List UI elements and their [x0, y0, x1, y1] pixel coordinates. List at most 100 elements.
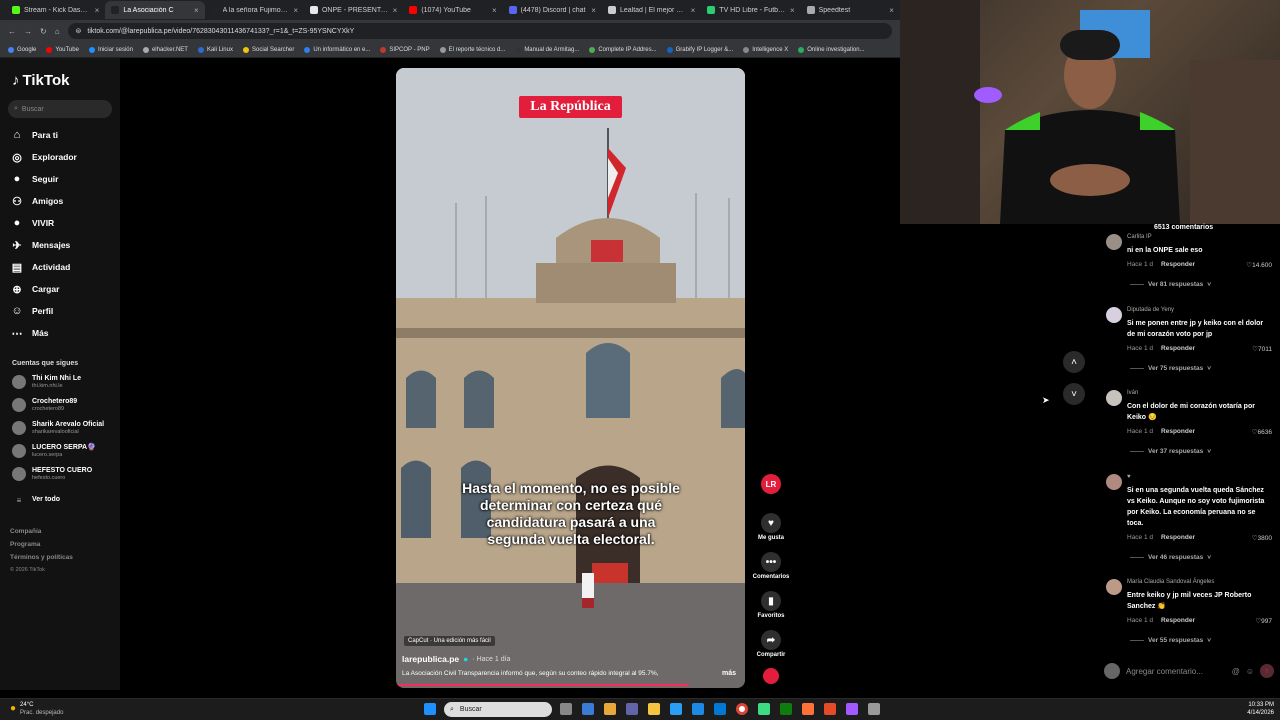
send-icon[interactable]: ↑: [1260, 664, 1274, 678]
task-view-icon[interactable]: [560, 703, 572, 715]
sidebar-item-messages[interactable]: ✈ Mensajes: [10, 236, 110, 254]
close-tab-icon[interactable]: ×: [293, 6, 298, 15]
sidebar-item-upload[interactable]: ⊕ Cargar: [10, 280, 110, 298]
close-tab-icon[interactable]: ×: [95, 6, 100, 15]
reload-icon[interactable]: ↻: [40, 27, 47, 36]
bookmark-item[interactable]: Manual de Armitag...: [515, 46, 579, 53]
reply-button[interactable]: Responder: [1161, 617, 1195, 625]
view-replies-button[interactable]: Ver 75 respuestas ˅: [1130, 365, 1211, 372]
bookmark-item[interactable]: elhacker.NET: [142, 46, 188, 53]
bookmark-item[interactable]: Iniciar sesión: [88, 46, 133, 53]
view-replies-button[interactable]: Ver 55 respuestas ˅: [1130, 637, 1211, 644]
view-replies-button[interactable]: Ver 37 respuestas ˅: [1130, 448, 1211, 455]
teams-icon[interactable]: [626, 703, 638, 715]
comment-username[interactable]: María Claudia Sandoval Ángeles: [1127, 579, 1214, 585]
bookmark-item[interactable]: Intelligence X: [743, 46, 788, 53]
see-all-link[interactable]: ≡ Ver todo: [12, 490, 120, 510]
bookmark-item[interactable]: SIPCOP - PNP: [380, 46, 430, 53]
comment-button[interactable]: ••• Comentarios: [752, 552, 790, 580]
bookmark-item[interactable]: Online investigation...: [798, 46, 865, 53]
comment-like-button[interactable]: ♡6636: [1252, 428, 1272, 436]
bookmark-item[interactable]: El reporte técnico d...: [439, 46, 505, 53]
site-info-icon[interactable]: ⊜: [76, 27, 82, 35]
vscode-icon[interactable]: [714, 703, 726, 715]
reply-button[interactable]: Responder: [1161, 345, 1195, 353]
opera-icon[interactable]: [824, 703, 836, 715]
bookmark-item[interactable]: Social Searcher: [242, 46, 294, 53]
sidebar-item-live[interactable]: ● VIVIR: [10, 214, 110, 232]
following-account[interactable]: Crochetero89 crochetero89: [12, 395, 120, 415]
browser-tab[interactable]: Speedtest ×: [801, 1, 900, 19]
previous-video-button[interactable]: ˄: [1063, 351, 1085, 373]
edge-icon[interactable]: [670, 703, 682, 715]
view-replies-button[interactable]: Ver 81 respuestas ˅: [1130, 281, 1211, 288]
chrome-icon[interactable]: [736, 703, 748, 715]
copilot-icon[interactable]: [582, 703, 594, 715]
store-icon[interactable]: [692, 703, 704, 715]
footer-link[interactable]: Programa: [10, 541, 40, 548]
browser-tab[interactable]: ONPE - PRESENTACIÓN D×: [304, 1, 403, 19]
bookmark-item[interactable]: Grabify IP Logger &...: [666, 46, 733, 53]
comment-username[interactable]: Diputada de Yeny: [1127, 307, 1174, 313]
close-tab-icon[interactable]: ×: [492, 6, 497, 15]
save-button[interactable]: ▮ Favoritos: [752, 591, 790, 619]
back-icon[interactable]: ←: [8, 27, 16, 36]
home-icon[interactable]: ⌂: [55, 27, 60, 36]
author-avatar[interactable]: LR: [752, 474, 790, 496]
mention-icon[interactable]: @: [1232, 667, 1240, 676]
widgets-icon[interactable]: [604, 703, 616, 715]
browser-tab[interactable]: (1074) YouTube ×: [403, 1, 502, 19]
browser-tab[interactable]: Stream - Kick Dashboard×: [6, 1, 105, 19]
reply-button[interactable]: Responder: [1161, 428, 1195, 436]
start-icon[interactable]: [424, 703, 436, 715]
following-account[interactable]: HEFESTO CUERO hefesto.cuero: [12, 464, 120, 484]
browser-tab[interactable]: La Asociación C ×: [105, 1, 205, 19]
emoji-icon[interactable]: ☺: [1246, 667, 1254, 676]
avatar[interactable]: [1106, 234, 1122, 250]
like-button[interactable]: ♥ Me gusta: [752, 513, 790, 541]
folder-icon[interactable]: [648, 703, 660, 715]
music-disc[interactable]: [752, 668, 790, 686]
video-player[interactable]: La República Hasta el momento, no es pos…: [396, 68, 745, 688]
close-tab-icon[interactable]: ×: [591, 6, 596, 15]
reply-button[interactable]: Responder: [1161, 534, 1195, 542]
tiktok-logo[interactable]: ♪ TikTok: [12, 72, 69, 89]
more-button[interactable]: más: [722, 670, 736, 677]
bookmark-item[interactable]: Complete IP Addres...: [589, 46, 657, 53]
footer-link[interactable]: Términos y políticas: [10, 554, 73, 561]
close-tab-icon[interactable]: ×: [194, 6, 199, 15]
browser-tab[interactable]: Lealtad | El mejor software×: [602, 1, 701, 19]
bookmark-item[interactable]: YouTube: [46, 46, 79, 53]
comment-username[interactable]: ♥: [1127, 474, 1131, 480]
comment-username[interactable]: Iván: [1127, 390, 1138, 396]
sidebar-item-home[interactable]: ⌂ Para ti: [10, 126, 110, 144]
avatar[interactable]: [1106, 307, 1122, 323]
app-icon[interactable]: [758, 703, 770, 715]
close-tab-icon[interactable]: ×: [889, 6, 894, 15]
reply-button[interactable]: Responder: [1161, 261, 1195, 269]
bookmark-item[interactable]: Un informático en e...: [304, 46, 370, 53]
avatar[interactable]: [1106, 579, 1122, 595]
following-account[interactable]: LUCERO SERPA🔮 lucero.serpa: [12, 441, 120, 461]
vpn-icon[interactable]: [846, 703, 858, 715]
sidebar-item-profile[interactable]: ☺ Perfil: [10, 302, 110, 320]
browser-tab[interactable]: A la señora Fujimori y al×: [205, 1, 304, 19]
sidebar-item-following[interactable]: ● Seguir: [10, 170, 110, 188]
comment-username[interactable]: Carlita IP: [1127, 234, 1152, 240]
following-account[interactable]: Thi Kim Nhi Le thi.kim.nhi.le: [12, 372, 120, 392]
settings-icon[interactable]: [868, 703, 880, 715]
comment-like-button[interactable]: ♡3800: [1252, 534, 1272, 542]
footer-link[interactable]: Compañía: [10, 528, 41, 535]
browser-tab[interactable]: TV HD Libre - Futbol Libre×: [701, 1, 800, 19]
video-author[interactable]: larepublica.pe ● · Hace 1 día: [402, 654, 510, 664]
search-input[interactable]: ⌕ Buscar: [8, 100, 112, 118]
avatar[interactable]: [1106, 474, 1122, 490]
sidebar-item-friends[interactable]: ⚇ Amigos: [10, 192, 110, 210]
view-replies-button[interactable]: Ver 46 respuestas ˅: [1130, 554, 1211, 561]
taskbar-search[interactable]: ⌕ Buscar: [444, 702, 552, 717]
forward-icon[interactable]: →: [24, 27, 32, 36]
comment-like-button[interactable]: ♡14.600: [1246, 261, 1272, 269]
bookmark-item[interactable]: Kali Linux: [197, 46, 233, 53]
close-tab-icon[interactable]: ×: [790, 6, 795, 15]
sidebar-item-more[interactable]: ⋯ Más: [10, 324, 110, 342]
